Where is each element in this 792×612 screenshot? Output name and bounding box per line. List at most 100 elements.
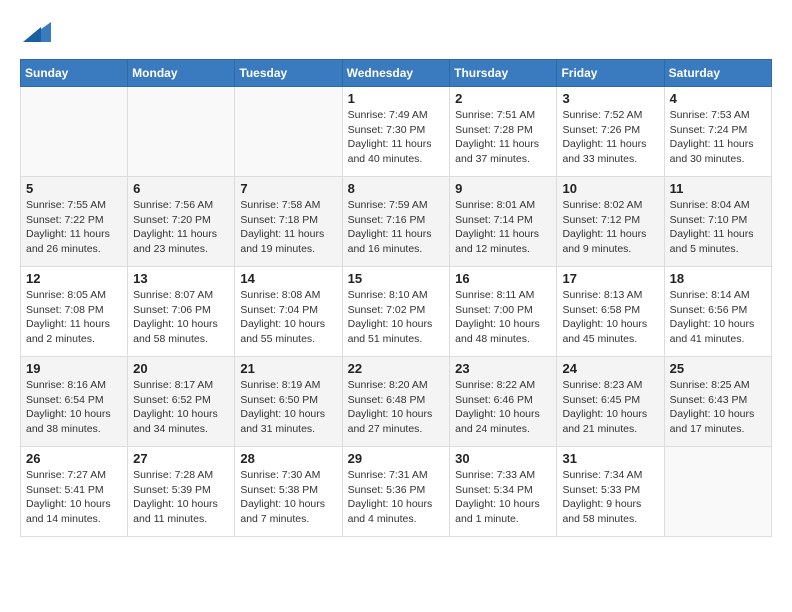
calendar-cell: 28 Sunrise: 7:30 AMSunset: 5:38 PMDayligh… (235, 447, 342, 537)
day-number: 24 (562, 361, 658, 376)
day-info: Sunrise: 8:19 AMSunset: 6:50 PMDaylight:… (240, 378, 336, 437)
week-row-4: 19 Sunrise: 8:16 AMSunset: 6:54 PMDayligh… (21, 357, 772, 447)
logo-icon (23, 18, 51, 46)
day-number: 31 (562, 451, 658, 466)
calendar-cell: 17Sunrise: 8:13 AMSunset: 6:58 PMDayligh… (557, 267, 664, 357)
day-number: 16 (455, 271, 551, 286)
calendar-table: SundayMondayTuesdayWednesdayThursdayFrid… (20, 59, 772, 537)
day-number: 20 (133, 361, 229, 376)
day-info: Sunrise: 8:20 AMSunset: 6:48 PMDaylight:… (348, 378, 445, 437)
calendar-cell: 20 Sunrise: 8:17 AMSunset: 6:52 PMDayligh… (128, 357, 235, 447)
calendar-cell (235, 87, 342, 177)
day-number: 12 (26, 271, 122, 286)
day-number: 22 (348, 361, 445, 376)
day-info: Sunrise: 7:58 AMSunset: 7:18 PMDaylight:… (240, 198, 336, 257)
weekday-header-thursday: Thursday (450, 60, 557, 87)
calendar-cell (128, 87, 235, 177)
day-number: 2 (455, 91, 551, 106)
day-info: Sunrise: 7:56 AMSunset: 7:20 PMDaylight:… (133, 198, 229, 257)
weekday-header-monday: Monday (128, 60, 235, 87)
calendar-cell: 25 Sunrise: 8:25 AMSunset: 6:43 PMDayligh… (664, 357, 771, 447)
day-info: Sunrise: 8:25 AMSunset: 6:43 PMDaylight:… (670, 378, 766, 437)
calendar-cell: 15 Sunrise: 8:10 AMSunset: 7:02 PMDayligh… (342, 267, 450, 357)
day-info: Sunrise: 8:01 AMSunset: 7:14 PMDaylight:… (455, 198, 551, 257)
day-number: 29 (348, 451, 445, 466)
calendar-cell: 29 Sunrise: 7:31 AMSunset: 5:36 PMDayligh… (342, 447, 450, 537)
day-number: 13 (133, 271, 229, 286)
day-info: Sunrise: 8:23 AMSunset: 6:45 PMDaylight:… (562, 378, 658, 437)
day-info: Sunrise: 7:30 AMSunset: 5:38 PMDaylight:… (240, 468, 336, 527)
day-number: 19 (26, 361, 122, 376)
calendar-cell: 26 Sunrise: 7:27 AMSunset: 5:41 PMDayligh… (21, 447, 128, 537)
day-number: 7 (240, 181, 336, 196)
calendar-cell: 19 Sunrise: 8:16 AMSunset: 6:54 PMDayligh… (21, 357, 128, 447)
day-info: Sunrise: 7:33 AMSunset: 5:34 PMDaylight:… (455, 468, 551, 527)
day-number: 15 (348, 271, 445, 286)
calendar-cell: 30 Sunrise: 7:33 AMSunset: 5:34 PMDayligh… (450, 447, 557, 537)
day-number: 4 (670, 91, 766, 106)
day-number: 14 (240, 271, 336, 286)
calendar-cell: 6 Sunrise: 7:56 AMSunset: 7:20 PMDaylight… (128, 177, 235, 267)
day-info: Sunrise: 8:17 AMSunset: 6:52 PMDaylight:… (133, 378, 229, 437)
day-info: Sunrise: 7:27 AMSunset: 5:41 PMDaylight:… (26, 468, 122, 527)
day-info: Sunrise: 7:59 AMSunset: 7:16 PMDaylight:… (348, 198, 445, 257)
day-number: 17 (562, 271, 658, 286)
weekday-header-sunday: Sunday (21, 60, 128, 87)
weekday-header-wednesday: Wednesday (342, 60, 450, 87)
day-info: Sunrise: 8:10 AMSunset: 7:02 PMDaylight:… (348, 288, 445, 347)
day-number: 6 (133, 181, 229, 196)
day-number: 30 (455, 451, 551, 466)
calendar-cell: 7 Sunrise: 7:58 AMSunset: 7:18 PMDaylight… (235, 177, 342, 267)
logo (20, 18, 51, 51)
day-info: Sunrise: 8:11 AMSunset: 7:00 PMDaylight:… (455, 288, 551, 347)
day-info: Sunrise: 7:49 AMSunset: 7:30 PMDaylight:… (348, 108, 445, 167)
day-info: Sunrise: 8:08 AMSunset: 7:04 PMDaylight:… (240, 288, 336, 347)
day-info: Sunrise: 7:51 AMSunset: 7:28 PMDaylight:… (455, 108, 551, 167)
day-info: Sunrise: 8:05 AMSunset: 7:08 PMDaylight:… (26, 288, 122, 347)
calendar-cell (21, 87, 128, 177)
calendar-cell: 2 Sunrise: 7:51 AMSunset: 7:28 PMDaylight… (450, 87, 557, 177)
calendar-cell: 31Sunrise: 7:34 AMSunset: 5:33 PMDayligh… (557, 447, 664, 537)
weekday-header-saturday: Saturday (664, 60, 771, 87)
header (20, 10, 772, 51)
calendar-cell: 24 Sunrise: 8:23 AMSunset: 6:45 PMDayligh… (557, 357, 664, 447)
calendar-cell: 5Sunrise: 7:55 AMSunset: 7:22 PMDaylight… (21, 177, 128, 267)
calendar-cell: 9 Sunrise: 8:01 AMSunset: 7:14 PMDaylight… (450, 177, 557, 267)
calendar-cell: 4 Sunrise: 7:53 AMSunset: 7:24 PMDaylight… (664, 87, 771, 177)
day-info: Sunrise: 8:04 AMSunset: 7:10 PMDaylight:… (670, 198, 766, 257)
day-info: Sunrise: 7:28 AMSunset: 5:39 PMDaylight:… (133, 468, 229, 527)
day-info: Sunrise: 8:14 AMSunset: 6:56 PMDaylight:… (670, 288, 766, 347)
day-info: Sunrise: 8:22 AMSunset: 6:46 PMDaylight:… (455, 378, 551, 437)
day-number: 25 (670, 361, 766, 376)
day-number: 26 (26, 451, 122, 466)
calendar-cell: 16 Sunrise: 8:11 AMSunset: 7:00 PMDayligh… (450, 267, 557, 357)
calendar-cell: 18 Sunrise: 8:14 AMSunset: 6:56 PMDayligh… (664, 267, 771, 357)
weekday-header-friday: Friday (557, 60, 664, 87)
calendar-cell: 23 Sunrise: 8:22 AMSunset: 6:46 PMDayligh… (450, 357, 557, 447)
weekday-header-tuesday: Tuesday (235, 60, 342, 87)
day-number: 18 (670, 271, 766, 286)
calendar-cell: 8 Sunrise: 7:59 AMSunset: 7:16 PMDaylight… (342, 177, 450, 267)
day-number: 9 (455, 181, 551, 196)
day-info: Sunrise: 8:07 AMSunset: 7:06 PMDaylight:… (133, 288, 229, 347)
calendar-cell: 14 Sunrise: 8:08 AMSunset: 7:04 PMDayligh… (235, 267, 342, 357)
weekday-header-row: SundayMondayTuesdayWednesdayThursdayFrid… (21, 60, 772, 87)
day-number: 23 (455, 361, 551, 376)
week-row-5: 26 Sunrise: 7:27 AMSunset: 5:41 PMDayligh… (21, 447, 772, 537)
calendar-cell: 21 Sunrise: 8:19 AMSunset: 6:50 PMDayligh… (235, 357, 342, 447)
day-number: 3 (562, 91, 658, 106)
day-number: 10 (562, 181, 658, 196)
day-info: Sunrise: 8:16 AMSunset: 6:54 PMDaylight:… (26, 378, 122, 437)
week-row-2: 5Sunrise: 7:55 AMSunset: 7:22 PMDaylight… (21, 177, 772, 267)
day-number: 11 (670, 181, 766, 196)
calendar-cell: 1 Sunrise: 7:49 AMSunset: 7:30 PMDaylight… (342, 87, 450, 177)
day-number: 8 (348, 181, 445, 196)
day-number: 28 (240, 451, 336, 466)
day-info: Sunrise: 7:53 AMSunset: 7:24 PMDaylight:… (670, 108, 766, 167)
calendar-cell: 27Sunrise: 7:28 AMSunset: 5:39 PMDayligh… (128, 447, 235, 537)
calendar-cell: 11 Sunrise: 8:04 AMSunset: 7:10 PMDayligh… (664, 177, 771, 267)
day-info: Sunrise: 7:31 AMSunset: 5:36 PMDaylight:… (348, 468, 445, 527)
day-number: 1 (348, 91, 445, 106)
day-number: 21 (240, 361, 336, 376)
day-number: 5 (26, 181, 122, 196)
